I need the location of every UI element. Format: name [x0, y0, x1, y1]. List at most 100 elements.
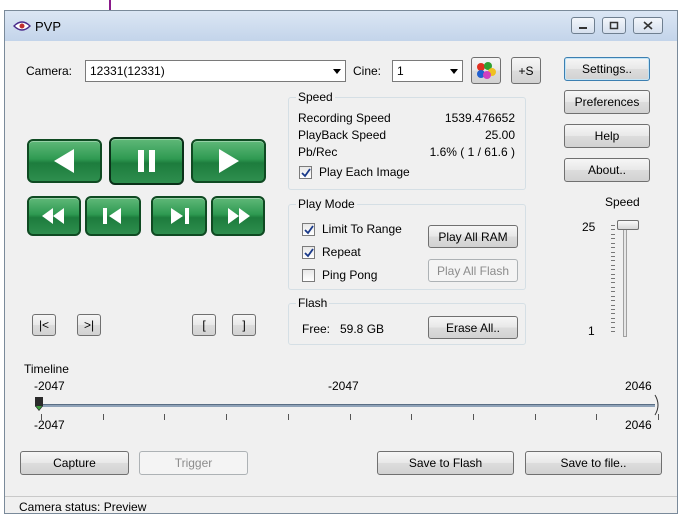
mark-in-button[interactable]: [	[192, 314, 216, 336]
camera-value: 12331(12331)	[90, 64, 165, 78]
app-window: PVP Camera: 12331(12331) Cine: 1 +S Sett…	[4, 10, 678, 514]
timeline-tick	[103, 414, 104, 420]
pbrec-label: Pb/Rec	[298, 145, 338, 159]
title-bar: PVP	[5, 11, 677, 41]
play-right-icon	[219, 149, 239, 173]
speed-slider-tick	[611, 265, 615, 266]
timeline-top-left-value: -2047	[34, 379, 65, 393]
step-forward-button[interactable]	[151, 196, 207, 236]
playmode-group-title: Play Mode	[296, 197, 357, 211]
repeat-checkbox[interactable]	[302, 246, 315, 259]
timeline-tick	[473, 414, 474, 420]
timeline-bottom-left-value: -2047	[34, 418, 65, 432]
playback-speed-value: 25.00	[484, 128, 515, 142]
speed-slider-tick	[611, 243, 615, 244]
play-all-flash-button[interactable]: Play All Flash	[428, 259, 518, 282]
speed-slider-tick	[611, 291, 615, 292]
speed-slider-tick	[611, 274, 615, 275]
checkmark-icon	[301, 168, 311, 178]
playmode-group: Play Mode Limit To Range Repeat Ping Pon…	[288, 197, 526, 290]
minimize-icon	[579, 27, 587, 29]
repeat-label: Repeat	[322, 245, 361, 259]
pbrec-value: 1.6% ( 1 / 61.6 )	[429, 145, 515, 159]
window-title: PVP	[35, 19, 62, 34]
maximize-button[interactable]	[602, 17, 626, 34]
erase-all-button[interactable]: Erase All..	[428, 316, 518, 339]
speed-slider-tick	[611, 313, 615, 314]
maximize-icon	[609, 21, 619, 30]
speed-slider-tick	[611, 256, 615, 257]
fast-forward-icon	[228, 208, 250, 224]
timeline-bottom-right-value: 2046	[625, 418, 652, 432]
add-cine-button[interactable]: +S	[511, 57, 541, 84]
speed-slider-tick	[611, 238, 615, 239]
timeline-thumb[interactable]	[35, 397, 43, 411]
play-all-ram-button[interactable]: Play All RAM	[428, 225, 518, 248]
fast-forward-button[interactable]	[211, 196, 265, 236]
recording-speed-value: 1539.476652	[444, 111, 515, 125]
speed-slider-tick	[611, 269, 615, 270]
play-forward-button[interactable]	[191, 139, 266, 183]
checkmark-icon	[304, 248, 314, 258]
chevron-down-icon	[450, 69, 458, 74]
step-forward-icon	[171, 208, 189, 224]
speed-slider-tick	[611, 322, 615, 323]
recording-speed-label: Recording Speed	[298, 111, 391, 125]
speed-slider-tick	[611, 331, 615, 332]
speed-slider-tick	[611, 287, 615, 288]
timeline-tick	[226, 414, 227, 420]
limit-to-range-label: Limit To Range	[322, 222, 402, 236]
checkmark-icon	[304, 225, 314, 235]
timeline-tick	[411, 414, 412, 420]
camera-label: Camera:	[26, 64, 73, 78]
preferences-button[interactable]: Preferences	[564, 90, 650, 114]
status-bar: Camera status: Preview	[5, 496, 677, 513]
timeline-tick	[288, 414, 289, 420]
timeline-track[interactable]	[35, 404, 655, 407]
fast-reverse-button[interactable]	[27, 196, 81, 236]
speed-slider-tick	[611, 260, 615, 261]
save-to-flash-button[interactable]: Save to Flash	[377, 451, 514, 475]
step-back-button[interactable]	[85, 196, 141, 236]
speed-slider-tick	[611, 282, 615, 283]
palette-icon	[477, 61, 496, 79]
speed-slider-tick	[611, 234, 615, 235]
pause-button[interactable]	[109, 137, 184, 185]
camera-select[interactable]: 12331(12331)	[85, 60, 346, 82]
cine-label: Cine:	[353, 64, 382, 78]
speed-slider-tick	[611, 300, 615, 301]
timeline-tick	[596, 414, 597, 420]
timeline-tick	[658, 414, 659, 420]
capture-button[interactable]: Capture	[20, 451, 129, 475]
speed-slider-thumb[interactable]	[617, 220, 639, 230]
play-each-image-checkbox[interactable]	[299, 166, 312, 179]
speed-slider-tick	[611, 247, 615, 248]
speed-slider-tick	[611, 327, 615, 328]
limit-to-range-checkbox[interactable]	[302, 223, 315, 236]
go-first-button[interactable]: |<	[32, 314, 56, 336]
timeline-tick	[350, 414, 351, 420]
cine-select[interactable]: 1	[392, 60, 463, 82]
mark-out-button[interactable]: ]	[232, 314, 256, 336]
timeline-top-mid-value: -2047	[328, 379, 359, 393]
play-reverse-button[interactable]	[27, 139, 102, 183]
palette-button[interactable]	[471, 57, 501, 84]
save-to-file-button[interactable]: Save to file..	[525, 451, 662, 475]
cine-value: 1	[397, 64, 404, 78]
ping-pong-checkbox[interactable]	[302, 269, 315, 282]
close-button[interactable]	[633, 17, 663, 34]
speed-slider-tick	[611, 296, 615, 297]
speed-group-title: Speed	[296, 90, 335, 104]
timeline-top-right-value: 2046	[625, 379, 652, 393]
minimize-button[interactable]	[571, 17, 595, 34]
go-last-button[interactable]: >|	[77, 314, 101, 336]
trigger-button[interactable]: Trigger	[139, 451, 248, 475]
step-back-icon	[103, 208, 121, 224]
help-button[interactable]: Help	[564, 124, 650, 148]
speed-slider-tick	[611, 318, 615, 319]
speed-slider-track[interactable]	[623, 223, 627, 337]
play-left-icon	[54, 149, 74, 173]
about-button[interactable]: About..	[564, 158, 650, 182]
speed-slider-title: Speed	[605, 195, 640, 209]
settings-button[interactable]: Settings..	[564, 57, 650, 81]
